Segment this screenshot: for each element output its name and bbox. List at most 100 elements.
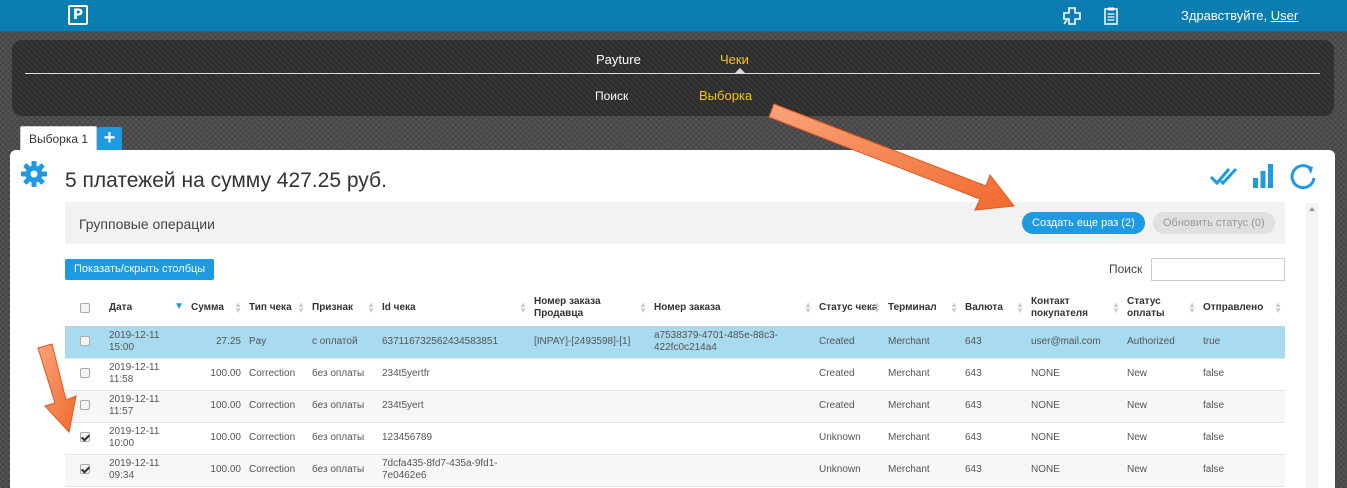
table-cell: Created: [815, 326, 884, 359]
table-cell: Merchant: [884, 326, 961, 359]
column-header[interactable]: Контакт покупателя ▲ ▼: [1027, 291, 1123, 327]
table-cell: без оплаты: [308, 422, 378, 455]
table-cell: [650, 422, 815, 455]
table-cell: 2019-12-11 09:34: [105, 454, 187, 487]
nav-item-payture[interactable]: Payture: [596, 52, 641, 67]
table-cell: Merchant: [884, 390, 961, 423]
toggle-columns-button[interactable]: Показать/скрыть столбцы: [65, 259, 215, 280]
table-cell: 100.00: [187, 454, 245, 487]
column-header[interactable]: Признак ▲ ▼: [308, 291, 378, 327]
receipts-table: Дата ▼ Сумма ▲ ▼ Тип чека ▲ ▼ Признак ▲ ▼ Id че…: [65, 291, 1285, 487]
column-header[interactable]: Тип чека ▲ ▼: [245, 291, 308, 327]
page-title: 5 платежей на сумму 427.25 руб.: [65, 169, 387, 192]
table-cell: без оплаты: [308, 454, 378, 487]
nav-divider: [25, 73, 1320, 74]
table-cell: без оплаты: [308, 390, 378, 423]
column-header[interactable]: Статус чека ▲ ▼: [815, 291, 884, 327]
double-check-icon[interactable]: [1209, 162, 1239, 190]
sort-icon: ▲ ▼: [1188, 300, 1196, 315]
select-all-cell: [65, 291, 105, 327]
nav-panel: Payture Чеки Поиск Выборка: [12, 40, 1334, 116]
update-status-button[interactable]: Обновить статус (0): [1153, 212, 1275, 234]
table-row[interactable]: 2019-12-11 11:58 100.00 Correction без опла…: [65, 358, 1285, 391]
app-logo[interactable]: P: [68, 5, 88, 25]
table-cell: [530, 454, 650, 487]
table-cell: 234t5yert: [378, 390, 530, 423]
table-cell: Correction: [245, 390, 308, 423]
sort-icon: ▲ ▼: [1112, 300, 1120, 315]
nav-item-receipts[interactable]: Чеки: [720, 52, 749, 67]
table-cell: false: [1199, 390, 1285, 423]
table-cell: 7dcfa435-8fd7-435a-9fd1-7e0462e6: [378, 454, 530, 487]
column-header[interactable]: Валюта ▲ ▼: [961, 291, 1027, 327]
sort-icon: ▲ ▼: [1274, 300, 1282, 315]
sort-icon: ▲ ▼: [1016, 300, 1024, 315]
user-link[interactable]: User: [1271, 8, 1298, 23]
sort-desc-icon: ▼: [174, 301, 184, 312]
table-cell: Authorized: [1123, 326, 1199, 359]
row-checkbox[interactable]: [80, 432, 90, 443]
table-cell: Created: [815, 358, 884, 391]
table-cell: NONE: [1027, 454, 1123, 487]
group-operations-bar: Групповые операции Создать еще раз (2) О…: [65, 202, 1285, 244]
vertical-scrollbar[interactable]: [1306, 203, 1318, 488]
table-cell: 234t5yertfr: [378, 358, 530, 391]
column-header[interactable]: Дата ▼: [105, 291, 187, 327]
row-select-cell: [65, 390, 105, 423]
tab-selection-1[interactable]: Выборка 1: [20, 126, 98, 151]
table-cell: 637116732562434583851: [378, 326, 530, 359]
clipboard-icon[interactable]: [1101, 6, 1121, 26]
column-header[interactable]: Отправлено ▲ ▼: [1199, 291, 1285, 327]
subnav-item-selection[interactable]: Выборка: [699, 88, 752, 103]
column-header[interactable]: Статус оплаты ▲ ▼: [1123, 291, 1199, 327]
table-cell: 643: [961, 390, 1027, 423]
refresh-icon[interactable]: [1289, 162, 1317, 190]
row-select-cell: [65, 326, 105, 359]
gear-icon[interactable]: [20, 160, 48, 188]
select-all-checkbox[interactable]: [80, 302, 90, 313]
sort-icon: ▲ ▼: [519, 300, 527, 315]
table-cell: 643: [961, 326, 1027, 359]
table-cell: Merchant: [884, 454, 961, 487]
column-header[interactable]: Номер заказа Продавца ▲ ▼: [530, 291, 650, 327]
add-tab-button[interactable]: +: [97, 127, 122, 151]
row-select-cell: [65, 422, 105, 455]
create-again-button[interactable]: Создать еще раз (2): [1022, 212, 1145, 234]
sort-icon: ▲ ▼: [234, 300, 242, 315]
sort-icon: ▲ ▼: [297, 300, 305, 315]
table-row[interactable]: 2019-12-11 10:00 100.00 Correction без опла…: [65, 422, 1285, 455]
table-cell: New: [1123, 454, 1199, 487]
table-row[interactable]: 2019-12-11 09:34 100.00 Correction без опла…: [65, 454, 1285, 487]
row-checkbox[interactable]: [80, 464, 90, 475]
row-checkbox[interactable]: [80, 336, 90, 347]
table-row[interactable]: 2019-12-11 11:57 100.00 Correction без опла…: [65, 390, 1285, 423]
table-cell: New: [1123, 358, 1199, 391]
search-input[interactable]: [1151, 258, 1285, 281]
table-cell: Created: [815, 390, 884, 423]
table-cell: user@mail.com: [1027, 326, 1123, 359]
sort-icon: ▲ ▼: [639, 300, 647, 315]
bar-chart-icon[interactable]: [1252, 162, 1274, 190]
column-header[interactable]: Id чека ▲ ▼: [378, 291, 530, 327]
column-header[interactable]: Сумма ▲ ▼: [187, 291, 245, 327]
row-checkbox[interactable]: [80, 368, 90, 379]
column-header[interactable]: Терминал ▲ ▼: [884, 291, 961, 327]
column-header[interactable]: Номер заказа ▲ ▼: [650, 291, 815, 327]
table-cell: false: [1199, 358, 1285, 391]
scroll-up-arrow-icon[interactable]: [1309, 207, 1315, 211]
table-cell: 2019-12-11 15:00: [105, 326, 187, 359]
table-cell: NONE: [1027, 358, 1123, 391]
row-checkbox[interactable]: [80, 400, 90, 411]
table-cell: 100.00: [187, 358, 245, 391]
table-cell: 643: [961, 422, 1027, 455]
table-cell: NONE: [1027, 390, 1123, 423]
table-cell: 643: [961, 454, 1027, 487]
table-cell: Merchant: [884, 358, 961, 391]
table-cell: [530, 422, 650, 455]
table-cell: с оплатой: [308, 326, 378, 359]
add-medical-icon[interactable]: [1062, 6, 1082, 26]
table-header-row: Дата ▼ Сумма ▲ ▼ Тип чека ▲ ▼ Признак ▲ ▼ Id че…: [65, 291, 1285, 327]
subnav-item-search[interactable]: Поиск: [595, 89, 628, 103]
table-row[interactable]: 2019-12-11 15:00 27.25 Pay с оплатой 6371167…: [65, 326, 1285, 359]
table-cell: false: [1199, 422, 1285, 455]
